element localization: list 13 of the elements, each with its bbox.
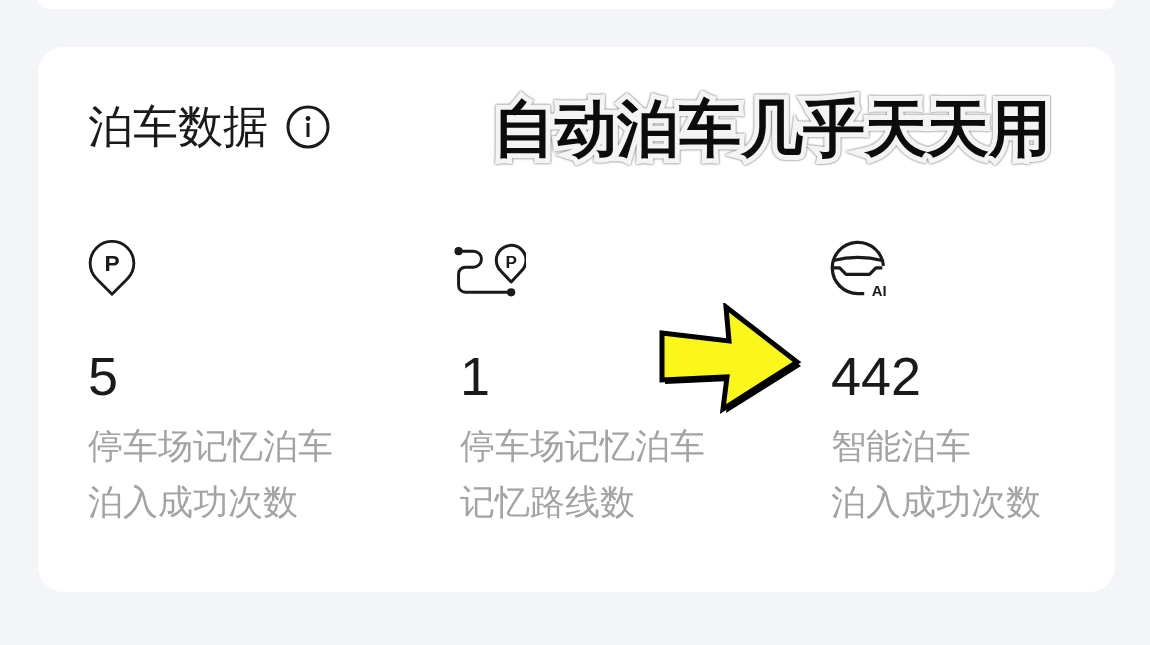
stat-label: 停车场记忆泊车 bbox=[88, 425, 333, 468]
stat-value: 1 bbox=[460, 346, 491, 406]
section-title: 泊车数据 bbox=[88, 99, 268, 155]
stat-value: 5 bbox=[88, 346, 119, 406]
stat-label: 泊入成功次数 bbox=[88, 481, 298, 524]
stat-label: 停车场记忆泊车 bbox=[460, 425, 705, 468]
parking-pin-icon: P bbox=[87, 240, 137, 297]
stat-label: 泊入成功次数 bbox=[831, 481, 1041, 524]
info-icon[interactable] bbox=[286, 105, 330, 149]
stat-value: 442 bbox=[831, 346, 922, 406]
stat-label: 记忆路线数 bbox=[460, 481, 635, 524]
caption-text: 自动泊车几乎天天用 bbox=[493, 91, 1051, 167]
stat-label: 智能泊车 bbox=[831, 425, 971, 468]
